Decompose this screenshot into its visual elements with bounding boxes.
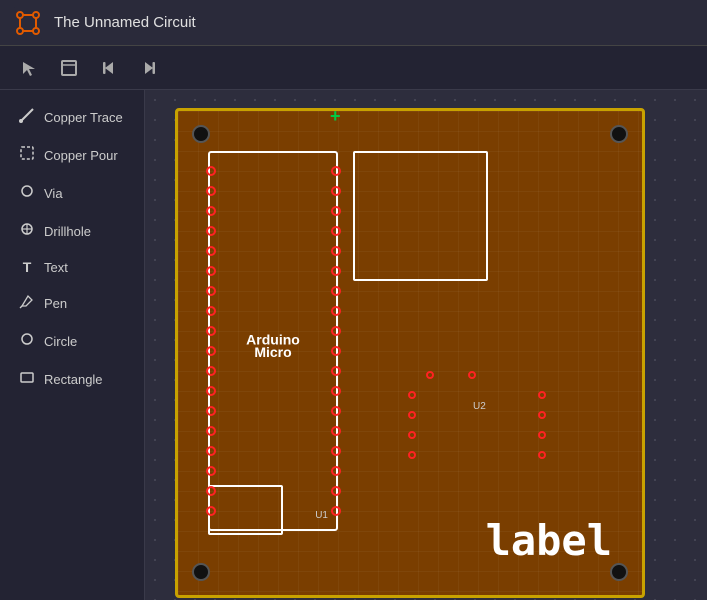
corner-hole-bl (192, 563, 210, 581)
pad (206, 446, 216, 456)
board-label-text: label (486, 516, 612, 565)
circle-label: Circle (44, 334, 77, 349)
circle-icon (18, 331, 36, 351)
component-box-1 (353, 151, 488, 281)
pad (331, 366, 341, 376)
copper-trace-label: Copper Trace (44, 110, 123, 125)
select-tool-button[interactable] (12, 51, 46, 85)
pad (331, 326, 341, 336)
frame-tool-button[interactable] (52, 51, 86, 85)
via-icon (18, 183, 36, 203)
arduino-micro-component: Arduino Micro U1 (208, 151, 338, 531)
pad (206, 506, 216, 516)
pad (331, 286, 341, 296)
title-bar: The Unnamed Circuit (0, 0, 707, 46)
sidebar-item-drillhole[interactable]: Drillhole (8, 214, 136, 248)
cursor-indicator: + (330, 106, 341, 127)
copper-trace-icon (18, 107, 36, 127)
arduino-ref: U1 (315, 510, 328, 521)
copper-pour-label: Copper Pour (44, 148, 118, 163)
corner-hole-br (610, 563, 628, 581)
pad (206, 486, 216, 496)
app-logo-icon (12, 7, 44, 39)
pcb-board[interactable]: Arduino Micro U1 U2 label (175, 108, 645, 598)
pad (206, 346, 216, 356)
pad (468, 371, 476, 379)
pad (206, 186, 216, 196)
pen-icon (18, 293, 36, 313)
pad (331, 306, 341, 316)
pad (206, 406, 216, 416)
pad (408, 411, 416, 419)
pad (206, 326, 216, 336)
text-icon: T (18, 259, 36, 275)
pad (331, 466, 341, 476)
window-title: The Unnamed Circuit (54, 14, 196, 31)
pad (331, 206, 341, 216)
arduino-sublabel: Micro (254, 344, 291, 360)
pad (206, 266, 216, 276)
toolbar (0, 46, 707, 90)
sidebar-item-pen[interactable]: Pen (8, 286, 136, 320)
pad (331, 226, 341, 236)
main-layout: Copper Trace Copper Pour Via (0, 90, 707, 600)
pad (408, 431, 416, 439)
pad (206, 366, 216, 376)
pad (408, 391, 416, 399)
pad (206, 166, 216, 176)
component-box-small (208, 485, 283, 535)
pad (538, 411, 546, 419)
pad (538, 451, 546, 459)
pad (408, 451, 416, 459)
pad (331, 266, 341, 276)
step-back-button[interactable] (92, 51, 126, 85)
copper-pour-icon (18, 145, 36, 165)
drillhole-label: Drillhole (44, 224, 91, 239)
corner-hole-tl (192, 125, 210, 143)
pad (331, 506, 341, 516)
pen-label: Pen (44, 296, 67, 311)
pad (206, 426, 216, 436)
sidebar-item-copper-trace[interactable]: Copper Trace (8, 100, 136, 134)
pad (206, 466, 216, 476)
pad (206, 246, 216, 256)
sidebar-item-circle[interactable]: Circle (8, 324, 136, 358)
sidebar-item-text[interactable]: T Text (8, 252, 136, 282)
pad (331, 446, 341, 456)
corner-hole-tr (610, 125, 628, 143)
sidebar-item-via[interactable]: Via (8, 176, 136, 210)
pad (331, 186, 341, 196)
pad (206, 226, 216, 236)
pad (331, 406, 341, 416)
pad (206, 386, 216, 396)
pad (331, 386, 341, 396)
pad (331, 426, 341, 436)
sidebar-item-copper-pour[interactable]: Copper Pour (8, 138, 136, 172)
rectangle-label: Rectangle (44, 372, 103, 387)
pad (206, 206, 216, 216)
sidebar: Copper Trace Copper Pour Via (0, 90, 145, 600)
drillhole-icon (18, 221, 36, 241)
via-label: Via (44, 186, 63, 201)
pad (331, 166, 341, 176)
text-label: Text (44, 260, 68, 275)
pad (206, 286, 216, 296)
rectangle-icon (18, 369, 36, 389)
pad (538, 431, 546, 439)
pad (426, 371, 434, 379)
pad (206, 306, 216, 316)
pad (331, 346, 341, 356)
step-forward-button[interactable] (132, 51, 166, 85)
sidebar-item-rectangle[interactable]: Rectangle (8, 362, 136, 396)
canvas-area[interactable]: + Arduino Micro U1 U2 label (145, 90, 707, 600)
pad (331, 486, 341, 496)
pad (538, 391, 546, 399)
pad (331, 246, 341, 256)
u2-ref: U2 (473, 401, 486, 412)
